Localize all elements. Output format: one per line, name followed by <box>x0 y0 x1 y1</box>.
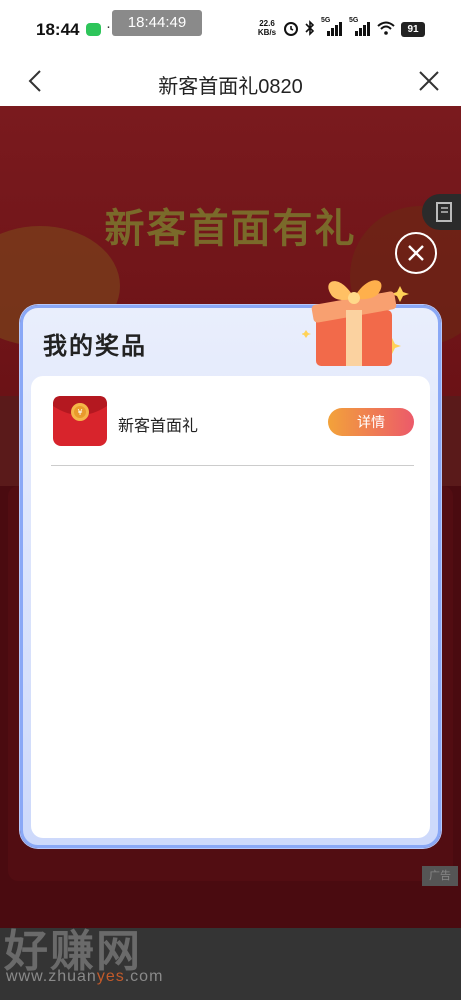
close-icon[interactable] <box>414 66 444 96</box>
network-speed: 22.6 KB/s <box>257 19 277 37</box>
banner-title: 新客首面有礼 <box>104 207 357 251</box>
alarm-icon <box>284 22 298 36</box>
signal-5g-icon-2: 5G <box>349 17 371 36</box>
red-envelope-icon: ¥ <box>53 396 107 446</box>
status-bar: 18:44 ··· 18:44:49 22.6 KB/s 5G 5G 91 <box>0 0 461 58</box>
status-icons: 5G 5G <box>283 17 395 36</box>
page-title: 新客首面礼0820 <box>158 76 303 98</box>
overlay-clock: 18:44:49 <box>112 10 202 36</box>
nav-bar: 新客首面礼0820 <box>0 58 461 106</box>
prize-name: 新客首面礼 <box>118 418 199 435</box>
network-speed-unit: KB/s <box>257 28 277 37</box>
side-rules-button[interactable] <box>422 194 461 230</box>
wifi-icon <box>377 21 395 35</box>
gift-box-icon <box>302 280 409 366</box>
ad-label: 广告 <box>422 866 458 886</box>
list-item: ¥ 新客首面礼 详情 <box>51 392 414 466</box>
modal-title: 我的奖品 <box>43 333 147 360</box>
watermark-url: www.zhuanyes.com <box>6 968 164 985</box>
status-time: 18:44 <box>36 20 80 39</box>
document-icon <box>436 202 452 222</box>
prizes-modal: 我的奖品 ¥ 新客首面礼 详情 <box>20 305 441 848</box>
details-button[interactable]: 详情 <box>328 408 414 436</box>
battery-icon: 91 <box>401 22 425 37</box>
prize-list: ¥ 新客首面礼 详情 <box>31 376 430 838</box>
svg-text:¥: ¥ <box>77 408 82 417</box>
bluetooth-icon <box>305 20 315 36</box>
network-speed-value: 22.6 <box>259 19 275 28</box>
signal-5g-icon: 5G <box>321 17 343 36</box>
wechat-icon <box>86 23 101 36</box>
